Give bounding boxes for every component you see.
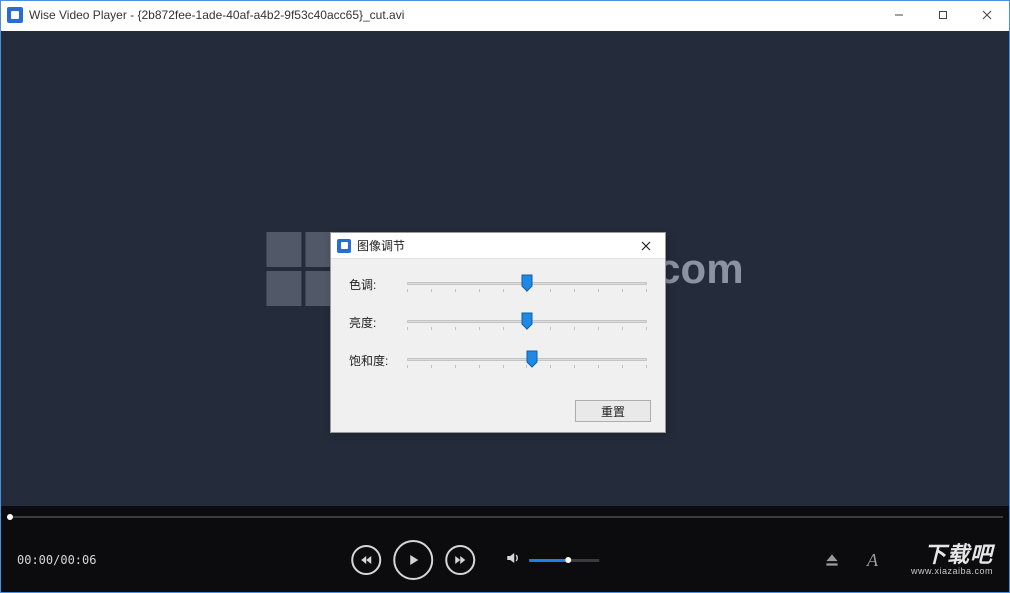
close-button[interactable] bbox=[965, 1, 1009, 29]
brand-url: www.xiazaiba.com bbox=[911, 566, 993, 576]
saturation-label: 饱和度: bbox=[349, 352, 397, 369]
brightness-slider-row: 亮度: bbox=[349, 313, 647, 331]
volume-icon[interactable] bbox=[505, 550, 521, 571]
brightness-label: 亮度: bbox=[349, 314, 397, 331]
maximize-button[interactable] bbox=[921, 1, 965, 29]
eject-button[interactable] bbox=[823, 551, 841, 569]
right-controls: A 下载吧 www.xiazaiba.com bbox=[823, 544, 993, 576]
brightness-slider[interactable] bbox=[407, 313, 647, 331]
progress-bar-area bbox=[1, 506, 1009, 528]
time-display: 00:00/00:06 bbox=[17, 553, 96, 567]
forward-button[interactable] bbox=[445, 545, 475, 575]
saturation-slider-thumb bbox=[526, 350, 538, 368]
dialog-app-icon bbox=[337, 239, 351, 253]
titlebar: Wise Video Player - {2b872fee-1ade-40af-… bbox=[1, 1, 1009, 29]
play-button[interactable] bbox=[393, 540, 433, 580]
image-adjust-dialog: 图像调节 色调: 亮度: bbox=[330, 232, 666, 433]
app-icon bbox=[7, 7, 23, 23]
player-controls: 00:00/00:06 bbox=[1, 506, 1009, 592]
hue-label: 色调: bbox=[349, 276, 397, 293]
app-window: Wise Video Player - {2b872fee-1ade-40af-… bbox=[0, 0, 1010, 593]
subtitle-button[interactable]: A bbox=[867, 551, 885, 569]
hue-slider-row: 色调: bbox=[349, 275, 647, 293]
transport-controls bbox=[351, 540, 599, 580]
rewind-button[interactable] bbox=[351, 545, 381, 575]
volume-knob[interactable] bbox=[565, 557, 571, 563]
video-area[interactable]: N com 图像调节 色调: bbox=[1, 31, 1009, 506]
saturation-slider[interactable] bbox=[407, 351, 647, 369]
volume-slider[interactable] bbox=[529, 559, 599, 562]
brightness-slider-thumb bbox=[521, 312, 533, 330]
progress-bar[interactable] bbox=[7, 516, 1003, 518]
reset-button[interactable]: 重置 bbox=[575, 400, 651, 422]
dialog-body: 色调: 亮度: bbox=[331, 259, 665, 400]
window-title: Wise Video Player - {2b872fee-1ade-40af-… bbox=[29, 8, 404, 22]
volume-fill bbox=[529, 559, 568, 562]
dialog-close-button[interactable] bbox=[631, 235, 661, 257]
dialog-title: 图像调节 bbox=[357, 237, 405, 254]
progress-handle[interactable] bbox=[7, 514, 13, 520]
volume-area bbox=[505, 550, 599, 571]
minimize-button[interactable] bbox=[877, 1, 921, 29]
hue-slider-thumb bbox=[521, 274, 533, 292]
dialog-footer: 重置 bbox=[331, 400, 665, 432]
brand-watermark: 下载吧 www.xiazaiba.com bbox=[911, 544, 993, 576]
hue-slider[interactable] bbox=[407, 275, 647, 293]
saturation-slider-row: 饱和度: bbox=[349, 351, 647, 369]
dialog-titlebar[interactable]: 图像调节 bbox=[331, 233, 665, 259]
brand-cn: 下载吧 bbox=[924, 544, 993, 566]
